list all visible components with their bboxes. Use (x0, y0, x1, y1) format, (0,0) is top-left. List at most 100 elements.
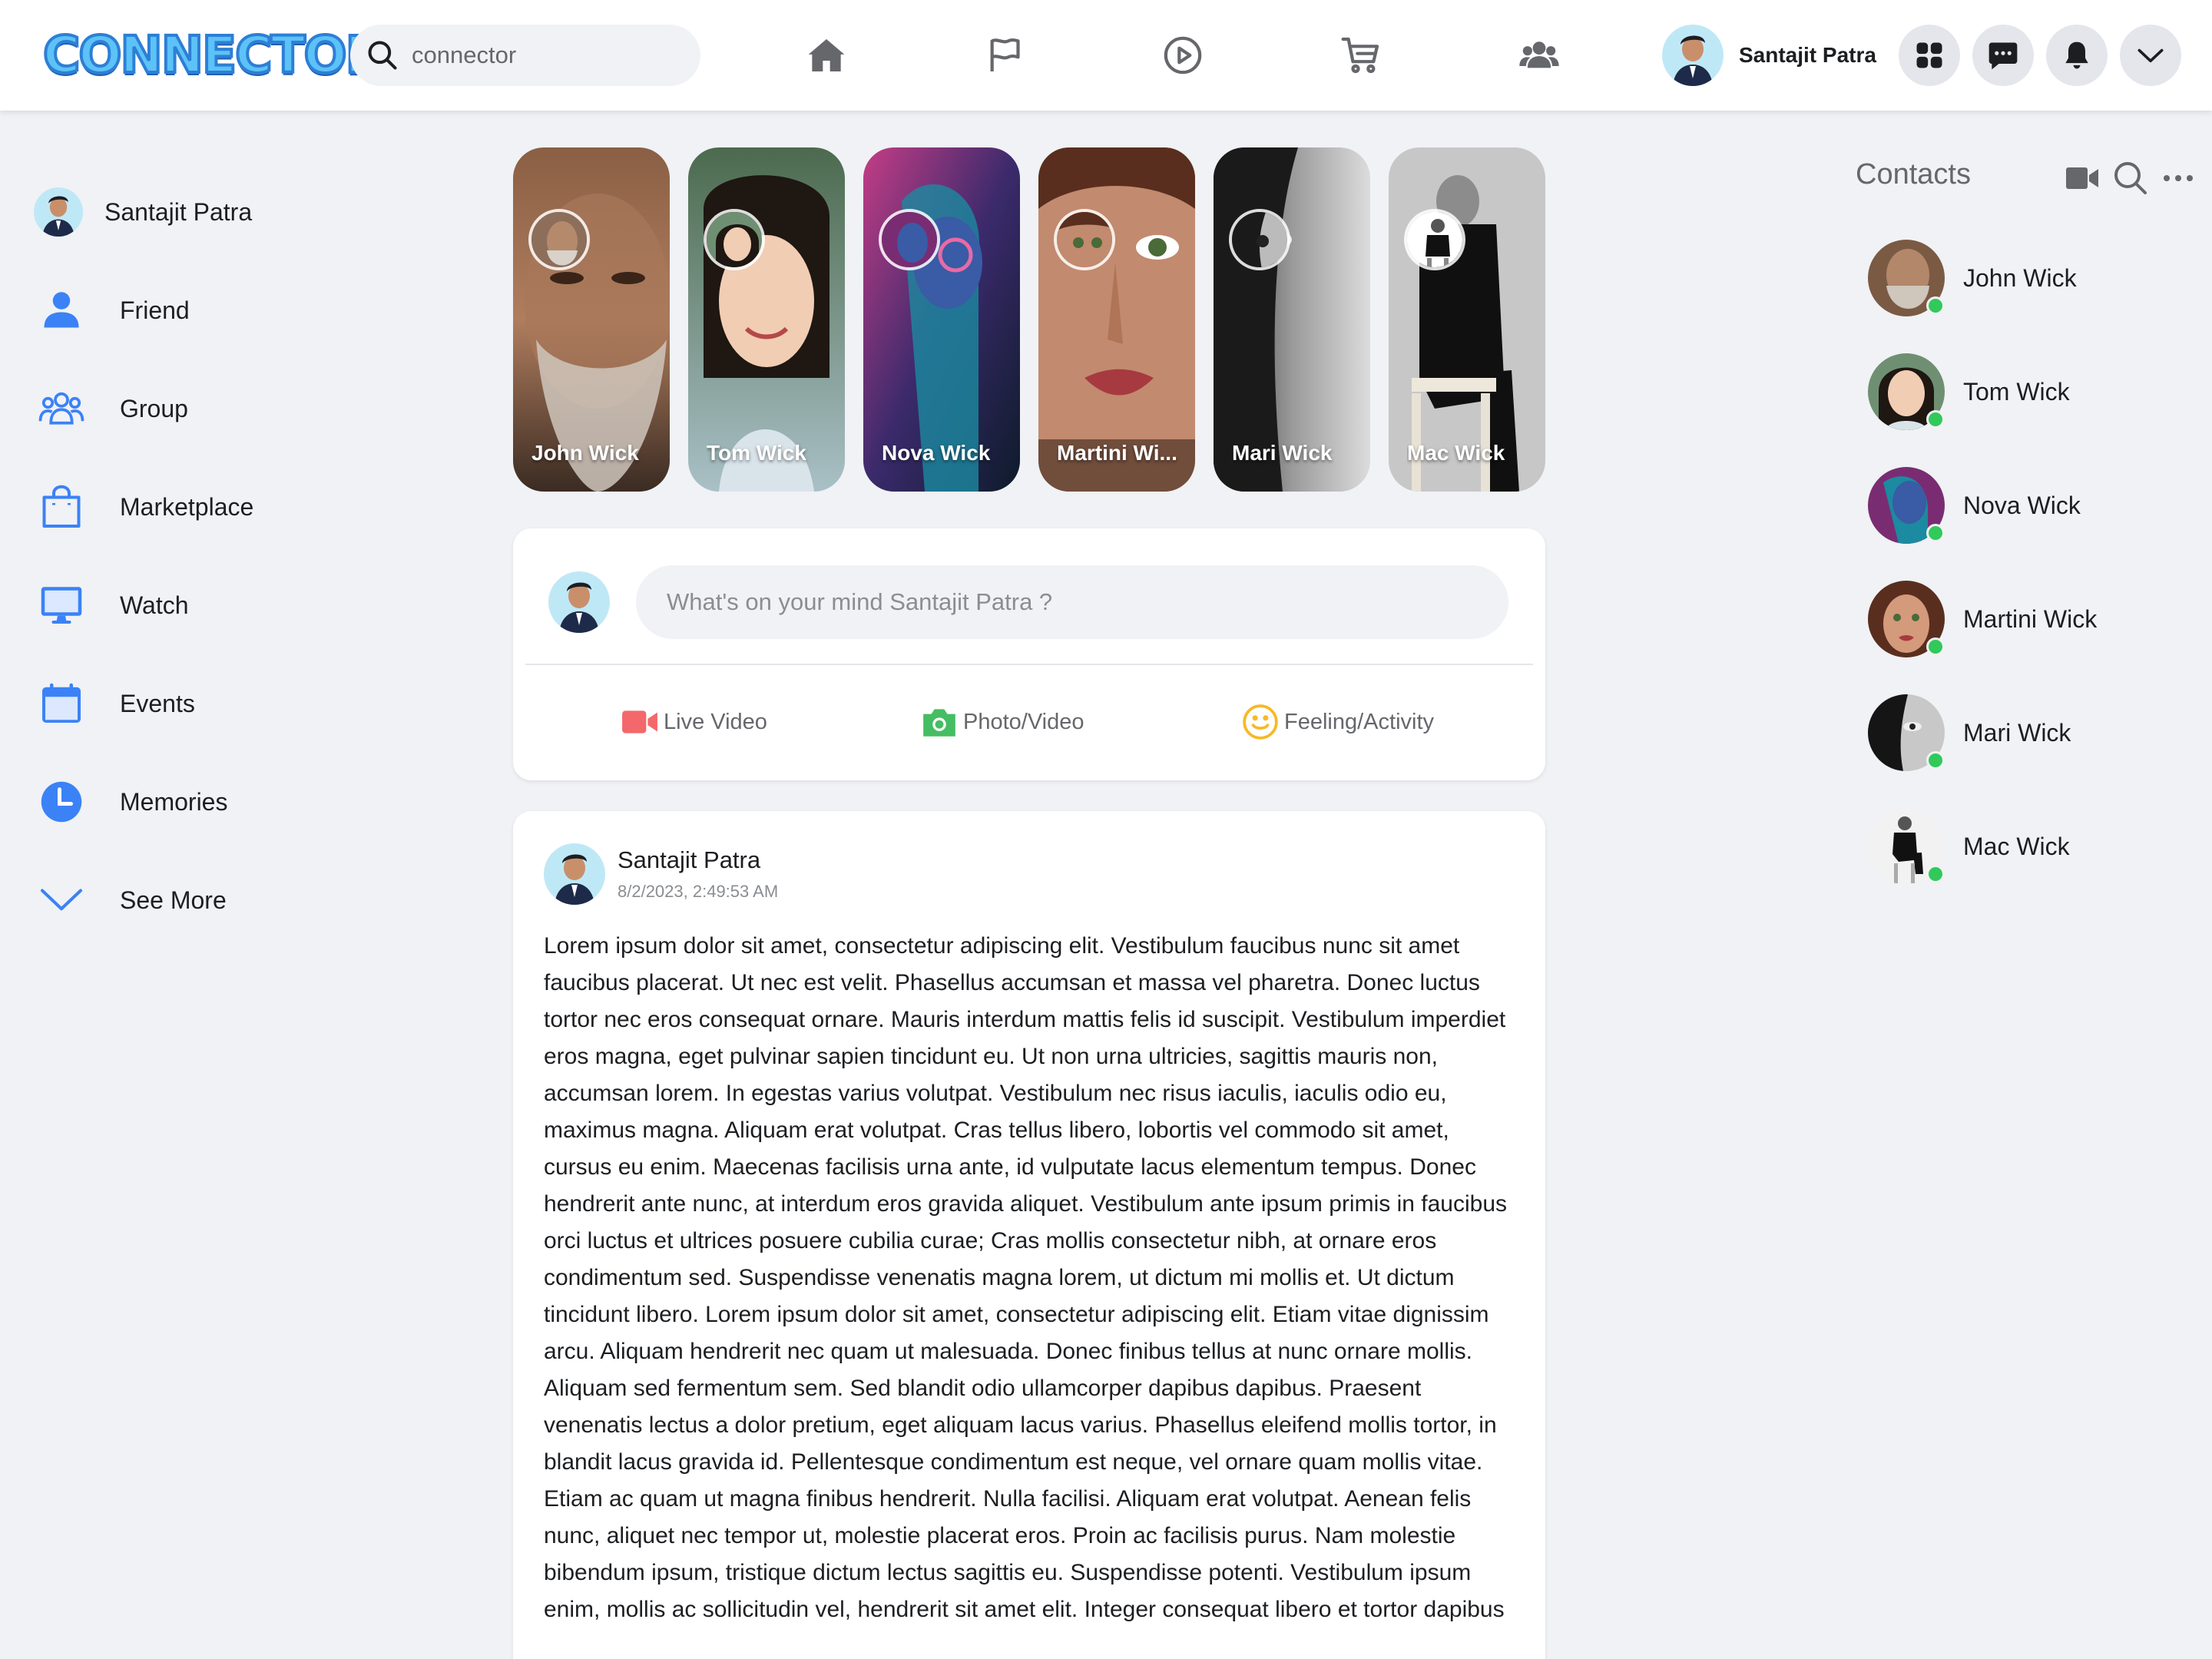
story-card[interactable]: Martini Wi... (1038, 147, 1195, 492)
search-icon[interactable] (2112, 160, 2149, 197)
contact-name: Tom Wick (1963, 377, 2070, 406)
chevron-down-icon (34, 873, 89, 928)
sidebar-item-memories[interactable]: Memories (34, 753, 433, 851)
nav-marketplace[interactable] (1336, 31, 1386, 80)
post-author[interactable]: Santajit Patra (618, 846, 760, 874)
story-avatar (528, 209, 590, 270)
story-image (513, 147, 670, 492)
menu-button[interactable] (1899, 25, 1960, 86)
story-name: Nova Wick (882, 441, 991, 465)
story-card[interactable]: John Wick (513, 147, 670, 492)
online-indicator (1926, 751, 1945, 770)
sidebar-item-label: Friend (120, 296, 190, 324)
nav-watch[interactable] (1158, 31, 1207, 80)
sidebar-item-see-more[interactable]: See More (34, 851, 433, 949)
account-menu-button[interactable] (2120, 25, 2181, 86)
more-options-icon[interactable] (2160, 160, 2197, 197)
contact-name: John Wick (1963, 263, 2077, 292)
smile-icon (1243, 704, 1278, 740)
online-indicator (1926, 296, 1945, 315)
search-box[interactable] (350, 25, 700, 86)
story-image (1389, 147, 1545, 492)
story-image (1214, 147, 1370, 492)
contact-name: Nova Wick (1963, 491, 2081, 519)
story-avatar (1054, 209, 1115, 270)
action-label: Feeling/Activity (1284, 709, 1435, 734)
story-avatar (1229, 209, 1290, 270)
search-icon (368, 41, 397, 70)
search-input[interactable] (412, 25, 688, 86)
header-profile[interactable]: Santajit Patra (1662, 25, 1876, 86)
stories-row: John Wick Tom Wick Nova Wick Martini Wi.… (513, 147, 1545, 492)
photo-video-button[interactable]: Photo/Video (920, 697, 1084, 747)
nav-groups[interactable] (1515, 31, 1564, 80)
avatar (548, 571, 610, 633)
group-icon (34, 381, 89, 436)
contact-item[interactable]: John Wick (1868, 238, 2190, 318)
live-video-button[interactable]: Live Video (621, 697, 767, 747)
story-image (688, 147, 845, 492)
story-name: John Wick (531, 441, 639, 465)
sidebar-item-label: See More (120, 886, 227, 914)
header-user-name: Santajit Patra (1739, 43, 1876, 67)
contact-name: Martini Wick (1963, 604, 2098, 633)
divider (525, 664, 1533, 665)
flag-icon (990, 38, 1020, 71)
sidebar-item-watch[interactable]: Watch (34, 556, 433, 654)
sidebar-item-events[interactable]: Events (34, 654, 433, 753)
nav-pages[interactable] (980, 31, 1029, 80)
contact-item[interactable]: Mac Wick (1868, 806, 2190, 886)
notifications-button[interactable] (2046, 25, 2108, 86)
camera-icon (923, 709, 955, 737)
sidebar-item-label: Marketplace (120, 492, 254, 521)
avatar (1662, 25, 1724, 86)
sidebar-item-label: Group (120, 394, 188, 422)
story-name: Mac Wick (1407, 441, 1505, 465)
left-sidebar: Santajit Patra Friend Group Marketplace (34, 163, 433, 949)
post-composer: What's on your mind Santajit Patra ? Liv… (513, 528, 1545, 780)
story-avatar (1404, 209, 1465, 270)
action-label: Photo/Video (963, 709, 1084, 734)
contact-item[interactable]: Tom Wick (1868, 352, 2190, 432)
sidebar-item-friend[interactable]: Friend (34, 261, 433, 359)
contact-item[interactable]: Mari Wick (1868, 693, 2190, 773)
cart-icon (1341, 37, 1379, 74)
sidebar-item-marketplace[interactable]: Marketplace (34, 458, 433, 556)
contact-name: Mac Wick (1963, 832, 2070, 860)
shopping-bag-icon (34, 479, 89, 535)
sidebar-item-group[interactable]: Group (34, 359, 433, 458)
messenger-button[interactable] (1972, 25, 2034, 86)
nav-home[interactable] (802, 31, 851, 80)
monitor-icon (34, 578, 89, 633)
contact-name: Mari Wick (1963, 718, 2071, 747)
grid-icon (1916, 42, 1942, 68)
story-avatar (879, 209, 940, 270)
story-card[interactable]: Nova Wick (863, 147, 1020, 492)
clock-icon (34, 774, 89, 830)
status-input[interactable]: What's on your mind Santajit Patra ? (636, 565, 1508, 639)
video-icon (622, 710, 657, 733)
story-image (1038, 147, 1195, 492)
contact-item[interactable]: Martini Wick (1868, 579, 2190, 659)
avatar[interactable] (544, 843, 605, 905)
contacts-header: Contacts (1856, 154, 2194, 200)
contacts-title: Contacts (1856, 158, 1971, 190)
sidebar-item-label: Events (120, 689, 195, 717)
play-circle-icon (1164, 36, 1202, 75)
sidebar-item-profile[interactable]: Santajit Patra (34, 163, 433, 261)
chevron-down-icon (2137, 48, 2164, 63)
top-navbar: CONNECTOR connector Santajit Patra (0, 0, 2212, 111)
story-card[interactable]: Tom Wick (688, 147, 845, 492)
story-card[interactable]: Mari Wick (1214, 147, 1370, 492)
story-card[interactable]: Mac Wick (1389, 147, 1545, 492)
avatar (34, 187, 83, 237)
connector-logo[interactable]: CONNECTOR (41, 26, 386, 84)
contact-item[interactable]: Nova Wick (1868, 465, 2190, 545)
chat-icon (1988, 42, 2018, 70)
post-body: Lorem ipsum dolor sit amet, consectetur … (544, 933, 1508, 1622)
post-timestamp[interactable]: 8/2/2023, 2:49:53 AM (618, 882, 778, 902)
video-call-icon[interactable] (2065, 160, 2101, 197)
feeling-activity-button[interactable]: Feeling/Activity (1241, 697, 1434, 747)
online-indicator (1926, 410, 1945, 429)
calendar-icon (34, 676, 89, 731)
